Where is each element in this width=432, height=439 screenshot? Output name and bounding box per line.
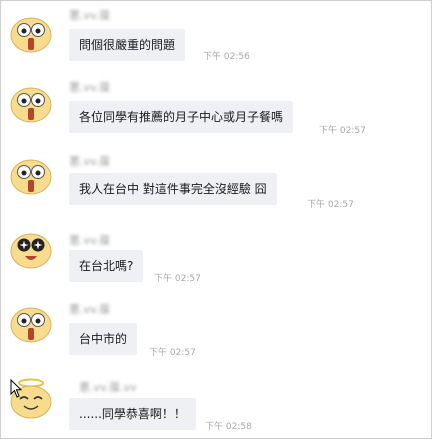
sender-name: 蔥.vv.葆 xyxy=(69,9,111,22)
starry-eyes-face-icon[interactable] xyxy=(9,229,53,273)
sender-name: 蔥.vv.葆 xyxy=(69,155,111,168)
message-time: 下午 02:57 xyxy=(319,126,366,136)
message-time: 下午 02:57 xyxy=(149,348,196,358)
surprised-face-icon[interactable] xyxy=(9,155,53,199)
message-time: 下午 02:57 xyxy=(307,200,354,210)
surprised-face-icon[interactable] xyxy=(9,13,53,57)
surprised-face-icon[interactable] xyxy=(9,83,53,127)
mouse-pointer-icon xyxy=(10,378,24,399)
message-bubble: 問個很嚴重的問題 xyxy=(69,29,186,61)
chat-window: 蔥.vv.葆 問個很嚴重的問題 下午 02:56 蔥.vv.葆 各位同學有推薦的… xyxy=(0,0,432,439)
sender-name: 蔥.vv.葆 xyxy=(69,303,111,316)
surprised-face-icon[interactable] xyxy=(9,303,53,347)
message-bubble: 台中市的 xyxy=(69,323,138,355)
message-bubble: 在台北嗎? xyxy=(69,250,144,282)
message-time: 下午 02:56 xyxy=(203,52,250,62)
sender-name: 蔥.vv.葆 xyxy=(69,234,111,247)
sender-name: 蔥.vv.葆 xyxy=(69,81,111,94)
message-time: 下午 02:58 xyxy=(205,422,252,432)
message-bubble: 我人在台中 對這件事完全沒經驗 囧 xyxy=(69,173,277,205)
sender-name: 蔥.vv.葆.vv xyxy=(79,381,137,394)
message-bubble: 各位同學有推薦的月子中心或月子餐嗎 xyxy=(69,101,294,133)
message-time: 下午 02:57 xyxy=(154,274,201,284)
message-bubble: ......同學恭喜啊！！ xyxy=(69,398,196,430)
